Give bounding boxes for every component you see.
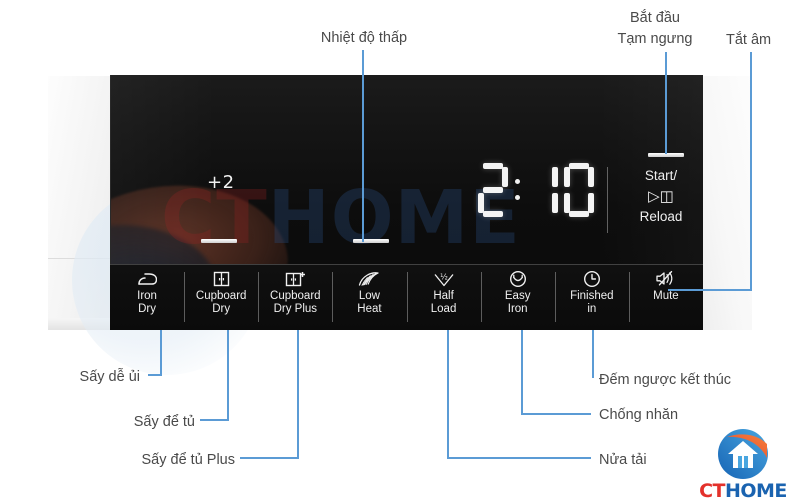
- leader-iron-dry-vertical: [160, 330, 162, 375]
- leader-start-pause: [665, 52, 667, 154]
- temp-plus-touch-dash[interactable]: [201, 239, 237, 243]
- time-display: [478, 163, 594, 217]
- easy-iron-icon: [509, 269, 527, 288]
- leader-iron-dry-horizontal: [148, 374, 162, 376]
- annotation-iron-dry: Sấy dễ ủi: [79, 369, 140, 385]
- button-label: Iron Dry: [137, 290, 157, 315]
- appliance-body-seam: [48, 258, 114, 259]
- button-label: Cupboard Dry Plus: [270, 290, 321, 315]
- annotation-start-pause-line1: Bắt đầu: [630, 10, 680, 26]
- leader-easy-iron-horizontal: [521, 413, 591, 415]
- start-reload-button[interactable]: Start/ ▷◫ Reload: [619, 166, 703, 227]
- annotation-half-load: Nửa tải: [599, 452, 647, 468]
- button-label: Low Heat: [357, 290, 382, 315]
- annotation-cupboard-dry: Sấy để tủ: [133, 414, 195, 430]
- leader-half-load-horizontal: [447, 457, 591, 459]
- button-finished-in[interactable]: Finished in: [554, 265, 629, 330]
- leader-finished-in: [592, 330, 594, 378]
- annotation-start-pause-line2: Tạm ngưng: [617, 31, 693, 48]
- leader-easy-iron-vertical: [521, 330, 523, 415]
- iron-icon: [137, 269, 158, 288]
- button-label: Mute: [653, 290, 679, 302]
- half-load-icon: ½: [433, 269, 455, 288]
- button-label: Cupboard Dry: [195, 290, 247, 315]
- feather-icon: [358, 269, 380, 288]
- button-half-load[interactable]: ½ Half Load: [406, 265, 481, 330]
- program-button-row: Iron Dry Cupboard Dry Cupboard Dry Plus …: [110, 264, 703, 330]
- time-digit-hours: [478, 163, 508, 217]
- play-pause-icon: ▷◫: [648, 187, 674, 205]
- cupboard-plus-icon: [285, 269, 306, 288]
- annotation-easy-iron: Chống nhăn: [599, 407, 679, 423]
- button-cupboard-dry-plus[interactable]: Cupboard Dry Plus: [258, 265, 332, 330]
- button-iron-dry[interactable]: Iron Dry: [110, 265, 184, 330]
- time-colon: [514, 167, 522, 213]
- start-label: Start/: [644, 168, 678, 183]
- screenshot-root: CTHOME HOME APPLIANCES +2: [0, 0, 800, 500]
- button-mute[interactable]: Mute: [628, 265, 703, 330]
- start-section-divider: [607, 167, 608, 233]
- button-label: Easy Iron: [504, 290, 531, 315]
- clock-icon: [583, 269, 601, 288]
- cthome-logo-text: CTHOME: [690, 482, 796, 500]
- annotation-finished-in: Đếm ngược kết thúc: [599, 372, 732, 388]
- logo-text-home: HOME: [724, 480, 787, 500]
- button-label: Finished in: [570, 290, 614, 315]
- appliance-body-right: [700, 76, 752, 330]
- leader-cupboard-dry-plus-horizontal: [240, 457, 299, 459]
- cthome-logo: CTHOME HOME APPLIANCES: [690, 428, 796, 500]
- appliance-body-base: [48, 318, 114, 330]
- annotation-mute: Tắt âm: [726, 32, 772, 48]
- time-digit-min-tens: [528, 163, 558, 217]
- leader-low-temp: [362, 50, 364, 242]
- leader-cupboard-dry-horizontal: [200, 419, 229, 421]
- logo-text-ct: CT: [699, 480, 725, 500]
- leader-half-load-vertical: [447, 330, 449, 458]
- leader-cupboard-dry-vertical: [227, 330, 229, 420]
- mute-icon: [655, 269, 677, 288]
- button-easy-iron[interactable]: Easy Iron: [480, 265, 555, 330]
- leader-mute-vertical: [750, 52, 752, 290]
- cupboard-icon: [213, 269, 230, 288]
- leader-cupboard-dry-plus-vertical: [297, 330, 299, 458]
- plus-two-indicator: +2: [207, 172, 235, 193]
- annotation-low-temp: Nhiệt độ thấp: [320, 30, 408, 46]
- button-cupboard-dry[interactable]: Cupboard Dry: [184, 265, 258, 330]
- time-digit-min-units: [564, 163, 594, 217]
- svg-text:½: ½: [440, 273, 448, 282]
- appliance-body-left: [48, 76, 114, 330]
- annotation-start-pause: Bắt đầu Tạm ngưng: [595, 8, 715, 50]
- annotation-cupboard-dry-plus: Sấy để tủ Plus: [141, 452, 236, 468]
- reload-label: Reload: [639, 209, 683, 225]
- button-label: Half Load: [430, 290, 457, 315]
- cthome-logo-mark: [717, 428, 769, 480]
- low-heat-touch-dash[interactable]: [353, 239, 389, 243]
- button-low-heat[interactable]: Low Heat: [332, 265, 406, 330]
